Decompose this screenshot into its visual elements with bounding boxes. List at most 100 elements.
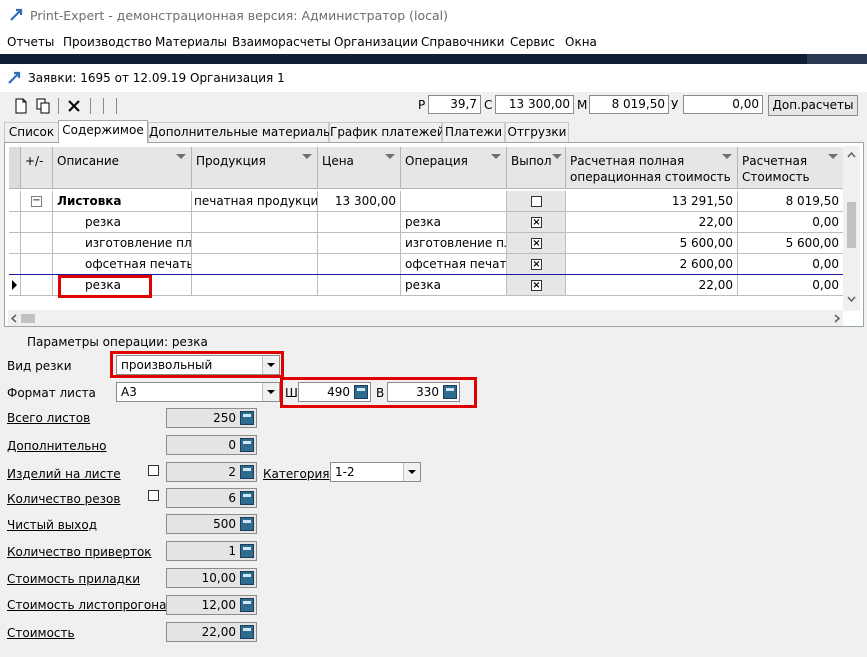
column-header-expand[interactable]: +/- <box>21 147 53 189</box>
makeready-cost-field[interactable]: 10,00 <box>166 568 257 588</box>
delete-icon[interactable] <box>67 98 81 114</box>
total-sheets-field[interactable]: 250 <box>166 408 257 428</box>
done-checkbox[interactable] <box>531 196 542 207</box>
cell-description[interactable]: изготовление пла <box>53 233 192 254</box>
cuts-count-checkbox[interactable] <box>148 490 159 501</box>
cell-description[interactable]: Листовка <box>53 191 192 212</box>
cost-field[interactable]: 22,00 <box>166 622 257 642</box>
tab-shipments[interactable]: Отгрузки <box>505 122 569 142</box>
cell-cost[interactable]: 5 600,00 <box>738 233 844 254</box>
menu-settlements[interactable]: Взаиморасчеты <box>232 35 331 49</box>
menu-materials[interactable]: Материалы <box>155 35 227 49</box>
cell-product[interactable] <box>192 212 318 233</box>
scroll-left-icon[interactable] <box>11 314 17 323</box>
cell-description[interactable]: резка <box>53 212 192 233</box>
cell-operation[interactable]: изготовление пла <box>401 233 507 254</box>
chevron-down-icon[interactable] <box>262 383 279 401</box>
menu-windows[interactable]: Окна <box>565 35 597 49</box>
tab-contents[interactable]: Содержимое <box>58 120 148 143</box>
column-header-done[interactable]: Выпол <box>507 147 566 189</box>
tab-payment-schedule[interactable]: График платежей <box>329 122 445 142</box>
cell-description[interactable]: офсетная печать <box>53 254 192 275</box>
cell-price[interactable] <box>318 212 401 233</box>
expand-cell[interactable] <box>21 254 53 275</box>
cell-cost[interactable]: 0,00 <box>738 275 844 296</box>
menu-organizations[interactable]: Организации <box>334 35 418 49</box>
category-dropdown[interactable]: 1-2 <box>330 462 421 482</box>
column-header-cost[interactable]: Расчетная Стоимость <box>738 147 844 189</box>
calculator-icon[interactable] <box>240 625 254 639</box>
row-indicator[interactable] <box>9 191 21 212</box>
sheet-format-dropdown[interactable]: А3 <box>116 382 280 402</box>
tab-list[interactable]: Список <box>4 122 59 142</box>
cell-product[interactable] <box>192 275 318 296</box>
expand-toggle[interactable]: − <box>21 191 53 212</box>
grid-horizontal-scrollbar[interactable] <box>8 310 843 326</box>
column-header-price[interactable]: Цена <box>318 147 401 189</box>
extra-calculations-button[interactable]: Доп.расчеты <box>768 95 858 116</box>
expand-cell[interactable] <box>21 233 53 254</box>
cell-done[interactable]: × <box>507 275 566 296</box>
cell-full-cost[interactable]: 13 291,50 <box>566 191 738 212</box>
cell-full-cost[interactable]: 2 600,00 <box>566 254 738 275</box>
tab-payments[interactable]: Платежи <box>442 122 505 142</box>
calculator-icon[interactable] <box>240 544 254 558</box>
menu-production[interactable]: Производство <box>63 35 152 49</box>
grid-vertical-scrollbar[interactable] <box>843 146 860 311</box>
column-header-operation[interactable]: Операция <box>401 147 507 189</box>
calculator-icon[interactable] <box>240 438 254 452</box>
done-checkbox[interactable]: × <box>531 217 542 228</box>
scroll-down-icon[interactable] <box>847 296 856 302</box>
menu-references[interactable]: Справочники <box>421 35 504 49</box>
calculator-icon[interactable] <box>240 465 254 479</box>
calculator-icon[interactable] <box>240 517 254 531</box>
column-header-description[interactable]: Описание <box>53 147 192 189</box>
collapse-icon[interactable]: − <box>31 196 42 207</box>
calculator-icon[interactable] <box>240 491 254 505</box>
expand-cell[interactable] <box>21 275 53 296</box>
horizontal-scroll-thumb[interactable] <box>21 314 35 323</box>
items-per-sheet-field[interactable]: 2 <box>166 462 257 482</box>
row-indicator-current[interactable] <box>9 275 21 296</box>
tab-additional-materials[interactable]: Дополнительные материалы <box>148 122 333 142</box>
cell-operation[interactable]: резка <box>401 212 507 233</box>
cell-operation[interactable] <box>401 191 507 212</box>
cell-full-cost[interactable]: 5 600,00 <box>566 233 738 254</box>
calculator-icon[interactable] <box>240 411 254 425</box>
cell-price[interactable] <box>318 275 401 296</box>
expand-cell[interactable] <box>21 212 53 233</box>
cell-operation[interactable]: офсетная печать <box>401 254 507 275</box>
cell-done[interactable]: × <box>507 233 566 254</box>
row-indicator[interactable] <box>9 233 21 254</box>
done-checkbox[interactable]: × <box>531 280 542 291</box>
done-checkbox[interactable]: × <box>531 238 542 249</box>
cell-done[interactable]: × <box>507 254 566 275</box>
additional-field[interactable]: 0 <box>166 435 257 455</box>
cell-cost[interactable]: 8 019,50 <box>738 191 844 212</box>
vertical-scroll-thumb[interactable] <box>847 202 856 248</box>
cell-product[interactable] <box>192 233 318 254</box>
menu-service[interactable]: Сервис <box>510 35 555 49</box>
m-value-field[interactable]: 8 019,50 <box>589 95 669 114</box>
cell-full-cost[interactable]: 22,00 <box>566 212 738 233</box>
u-value-field[interactable]: 0,00 <box>683 95 763 114</box>
new-document-icon[interactable] <box>14 98 28 114</box>
row-indicator[interactable] <box>9 254 21 275</box>
sheet-run-cost-field[interactable]: 12,00 <box>166 595 257 615</box>
chevron-down-icon[interactable] <box>403 463 420 481</box>
items-per-sheet-checkbox[interactable] <box>148 465 159 476</box>
cell-full-cost[interactable]: 22,00 <box>566 275 738 296</box>
calculator-icon[interactable] <box>240 571 254 585</box>
scroll-right-icon[interactable] <box>834 314 840 323</box>
menu-reports[interactable]: Отчеты <box>7 35 54 49</box>
cell-operation[interactable]: резка <box>401 275 507 296</box>
c-value-field[interactable]: 13 300,00 <box>495 95 574 114</box>
cell-price[interactable] <box>318 233 401 254</box>
cell-cost[interactable]: 0,00 <box>738 212 844 233</box>
r-value-field[interactable]: 39,7 <box>428 95 481 114</box>
cell-price[interactable]: 13 300,00 <box>318 191 401 212</box>
cell-cost[interactable]: 0,00 <box>738 254 844 275</box>
done-checkbox[interactable]: × <box>531 259 542 270</box>
cell-product[interactable] <box>192 254 318 275</box>
scroll-up-icon[interactable] <box>847 152 856 158</box>
